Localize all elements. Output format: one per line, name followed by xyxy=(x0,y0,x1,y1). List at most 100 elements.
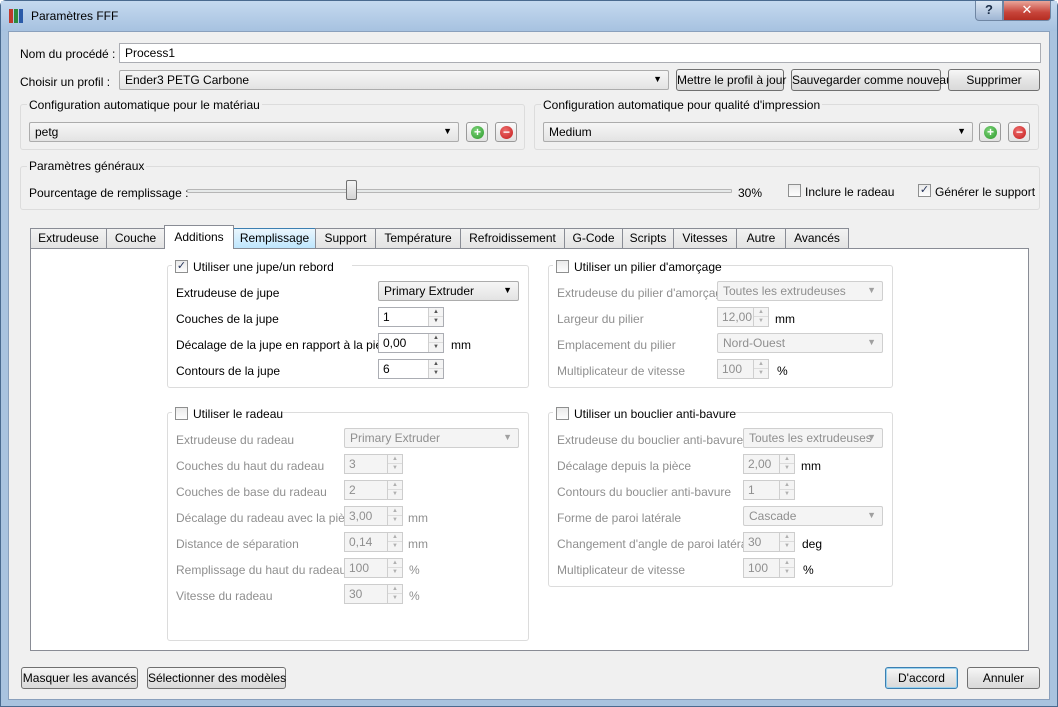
spin-buttons[interactable]: ▲ ▼ xyxy=(428,334,443,352)
include-raft-checkbox[interactable] xyxy=(788,184,801,197)
spin-buttons[interactable]: ▲ ▼ xyxy=(753,360,768,378)
spin-down-icon[interactable]: ▼ xyxy=(429,343,443,352)
spin-down-icon[interactable]: ▼ xyxy=(754,317,768,326)
delete-profile-button[interactable]: Supprimer xyxy=(948,69,1040,91)
spin-up-icon[interactable]: ▲ xyxy=(780,481,794,490)
ok-button[interactable]: D'accord xyxy=(885,667,958,689)
spin-up-icon[interactable]: ▲ xyxy=(429,360,443,369)
raft-top-infill-spinbox[interactable]: 100 ▲ ▼ xyxy=(344,558,403,578)
tab-scripts[interactable]: Scripts xyxy=(622,228,674,248)
spin-down-icon[interactable]: ▼ xyxy=(429,369,443,378)
raft-speed-spinbox[interactable]: 30 ▲ ▼ xyxy=(344,584,403,604)
spin-up-icon[interactable]: ▲ xyxy=(780,559,794,568)
skirt-outlines-spinbox[interactable]: 6 ▲ ▼ xyxy=(378,359,444,379)
quality-select[interactable]: Medium ▼ xyxy=(543,122,973,142)
spin-buttons[interactable]: ▲ ▼ xyxy=(387,507,402,525)
raft-top-layers-spinbox[interactable]: 3 ▲ ▼ xyxy=(344,454,403,474)
spin-buttons[interactable]: ▲ ▼ xyxy=(779,455,794,473)
spin-buttons[interactable]: ▲ ▼ xyxy=(779,481,794,499)
tab-couche[interactable]: Couche xyxy=(106,228,165,248)
tab-g-code[interactable]: G-Code xyxy=(564,228,623,248)
tab-autre[interactable]: Autre xyxy=(736,228,786,248)
tab-extrudeuse[interactable]: Extrudeuse xyxy=(30,228,107,248)
spin-up-icon[interactable]: ▲ xyxy=(754,360,768,369)
add-quality-button[interactable]: + xyxy=(979,122,1001,142)
spin-down-icon[interactable]: ▼ xyxy=(429,317,443,326)
spin-down-icon[interactable]: ▼ xyxy=(780,490,794,499)
ooze-shield-offset-spinbox[interactable]: 2,00 ▲ ▼ xyxy=(743,454,795,474)
spin-down-icon[interactable]: ▼ xyxy=(780,464,794,473)
remove-quality-button[interactable]: − xyxy=(1008,122,1030,142)
spin-buttons[interactable]: ▲ ▼ xyxy=(428,360,443,378)
add-material-button[interactable]: + xyxy=(466,122,488,142)
spin-buttons[interactable]: ▲ ▼ xyxy=(387,585,402,603)
prime-pillar-extruder-select[interactable]: Toutes les extrudeuses ▼ xyxy=(717,281,883,301)
spin-up-icon[interactable]: ▲ xyxy=(429,308,443,317)
spin-up-icon[interactable]: ▲ xyxy=(388,585,402,594)
save-as-new-button[interactable]: Sauvegarder comme nouveau xyxy=(791,69,953,91)
skirt-layers-spinbox[interactable]: 1 ▲ ▼ xyxy=(378,307,444,327)
ooze-shield-checkbox[interactable] xyxy=(556,407,569,420)
tab-support[interactable]: Support xyxy=(315,228,376,248)
prime-pillar-width-spinbox[interactable]: 12,00 ▲ ▼ xyxy=(717,307,769,327)
spin-down-icon[interactable]: ▼ xyxy=(388,516,402,525)
spin-up-icon[interactable]: ▲ xyxy=(780,455,794,464)
infill-slider-track[interactable] xyxy=(187,189,732,193)
spin-down-icon[interactable]: ▼ xyxy=(388,568,402,577)
generate-support-checkbox[interactable]: ✓ xyxy=(918,184,931,197)
raft-offset-spinbox[interactable]: 3,00 ▲ ▼ xyxy=(344,506,403,526)
ooze-shield-outlines-spinbox[interactable]: 1 ▲ ▼ xyxy=(743,480,795,500)
spin-down-icon[interactable]: ▼ xyxy=(780,542,794,551)
skirt-checkbox[interactable]: ✓ xyxy=(175,260,188,273)
spin-up-icon[interactable]: ▲ xyxy=(388,533,402,542)
ooze-shield-sidewall-select[interactable]: Cascade ▼ xyxy=(743,506,883,526)
ooze-shield-extruder-select[interactable]: Toutes les extrudeuses ▼ xyxy=(743,428,883,448)
infill-slider-thumb[interactable] xyxy=(345,180,357,200)
update-profile-button[interactable]: Mettre le profil à jour xyxy=(676,69,786,91)
spin-up-icon[interactable]: ▲ xyxy=(388,559,402,568)
spin-up-icon[interactable]: ▲ xyxy=(388,455,402,464)
ooze-shield-angle-spinbox[interactable]: 30 ▲ ▼ xyxy=(743,532,795,552)
select-models-button[interactable]: Sélectionner des modèles xyxy=(147,667,286,689)
cancel-button[interactable]: Annuler xyxy=(967,667,1040,689)
tab-refroidissement[interactable]: Refroidissement xyxy=(460,228,565,248)
prime-pillar-checkbox[interactable] xyxy=(556,260,569,273)
tab-temp-rature[interactable]: Température xyxy=(375,228,461,248)
remove-material-button[interactable]: − xyxy=(495,122,517,142)
profile-select[interactable]: Ender3 PETG Carbone ▼ xyxy=(119,70,669,90)
spin-buttons[interactable]: ▲ ▼ xyxy=(387,455,402,473)
process-name-input[interactable]: Process1 xyxy=(119,43,1041,63)
help-button[interactable]: ? xyxy=(975,1,1003,21)
spin-down-icon[interactable]: ▼ xyxy=(388,594,402,603)
spin-buttons[interactable]: ▲ ▼ xyxy=(753,308,768,326)
spin-down-icon[interactable]: ▼ xyxy=(780,568,794,577)
spin-up-icon[interactable]: ▲ xyxy=(754,308,768,317)
ooze-shield-speed-spinbox[interactable]: 100 ▲ ▼ xyxy=(743,558,795,578)
material-select[interactable]: petg ▼ xyxy=(29,122,459,142)
tab-remplissage[interactable]: Remplissage xyxy=(233,228,316,248)
spin-buttons[interactable]: ▲ ▼ xyxy=(779,559,794,577)
spin-down-icon[interactable]: ▼ xyxy=(388,490,402,499)
spin-up-icon[interactable]: ▲ xyxy=(388,507,402,516)
spin-buttons[interactable]: ▲ ▼ xyxy=(779,533,794,551)
spin-buttons[interactable]: ▲ ▼ xyxy=(387,559,402,577)
raft-base-layers-spinbox[interactable]: 2 ▲ ▼ xyxy=(344,480,403,500)
skirt-offset-spinbox[interactable]: 0,00 ▲ ▼ xyxy=(378,333,444,353)
spin-up-icon[interactable]: ▲ xyxy=(429,334,443,343)
prime-pillar-speed-spinbox[interactable]: 100 ▲ ▼ xyxy=(717,359,769,379)
spin-down-icon[interactable]: ▼ xyxy=(754,369,768,378)
raft-extruder-select[interactable]: Primary Extruder ▼ xyxy=(344,428,519,448)
tab-additions[interactable]: Additions xyxy=(164,225,234,249)
spin-down-icon[interactable]: ▼ xyxy=(388,464,402,473)
use-raft-checkbox[interactable] xyxy=(175,407,188,420)
tab-avanc-s[interactable]: Avancés xyxy=(785,228,849,248)
spin-buttons[interactable]: ▲ ▼ xyxy=(387,481,402,499)
spin-up-icon[interactable]: ▲ xyxy=(780,533,794,542)
skirt-extruder-select[interactable]: Primary Extruder ▼ xyxy=(378,281,519,301)
spin-buttons[interactable]: ▲ ▼ xyxy=(428,308,443,326)
tab-vitesses[interactable]: Vitesses xyxy=(673,228,737,248)
close-button[interactable]: ✕ xyxy=(1003,1,1051,21)
raft-separation-spinbox[interactable]: 0,14 ▲ ▼ xyxy=(344,532,403,552)
spin-up-icon[interactable]: ▲ xyxy=(388,481,402,490)
spin-buttons[interactable]: ▲ ▼ xyxy=(387,533,402,551)
